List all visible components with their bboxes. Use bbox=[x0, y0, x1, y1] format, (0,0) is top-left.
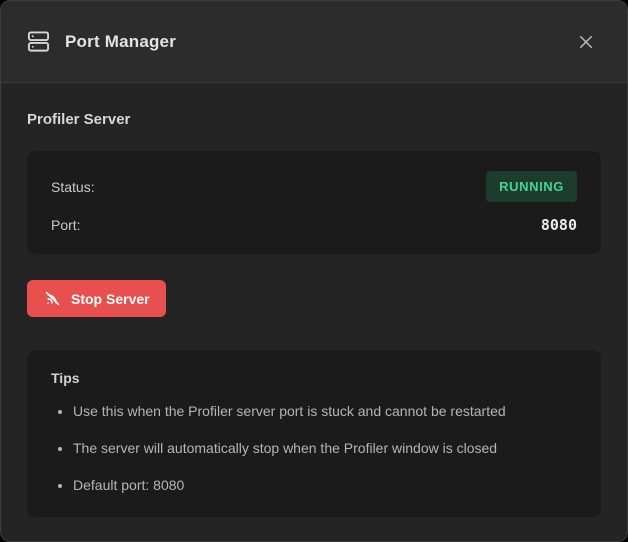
stop-server-button[interactable]: Stop Server bbox=[27, 280, 166, 317]
close-icon bbox=[577, 33, 595, 51]
port-row: Port: 8080 bbox=[51, 216, 577, 234]
tips-list: Use this when the Profiler server port i… bbox=[51, 401, 577, 495]
port-manager-dialog: Port Manager Profiler Server Status: RUN… bbox=[0, 0, 628, 542]
close-button[interactable] bbox=[571, 27, 601, 57]
tips-heading: Tips bbox=[51, 370, 577, 386]
dialog-content: Profiler Server Status: RUNNING Port: 80… bbox=[1, 83, 627, 517]
tips-panel: Tips Use this when the Profiler server p… bbox=[27, 350, 601, 517]
status-panel: Status: RUNNING Port: 8080 bbox=[27, 151, 601, 254]
status-badge: RUNNING bbox=[486, 171, 577, 202]
dialog-title: Port Manager bbox=[65, 32, 176, 52]
port-value: 8080 bbox=[541, 216, 577, 234]
titlebar: Port Manager bbox=[1, 1, 627, 83]
port-label: Port: bbox=[51, 217, 81, 233]
section-heading: Profiler Server bbox=[27, 111, 601, 128]
disconnect-icon bbox=[43, 289, 62, 308]
tips-item: The server will automatically stop when … bbox=[73, 438, 577, 458]
tips-item: Default port: 8080 bbox=[73, 475, 577, 495]
tips-item: Use this when the Profiler server port i… bbox=[73, 401, 577, 421]
stop-server-label: Stop Server bbox=[71, 291, 150, 307]
server-icon bbox=[27, 30, 50, 53]
status-label: Status: bbox=[51, 179, 95, 195]
status-row: Status: RUNNING bbox=[51, 171, 577, 202]
